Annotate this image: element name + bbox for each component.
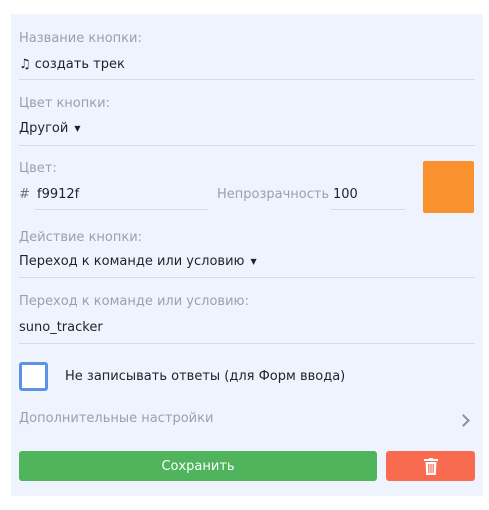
save-button-label: Сохранить (161, 458, 235, 474)
divider (35, 209, 208, 210)
opacity-input[interactable]: 100 (333, 187, 358, 202)
divider (19, 277, 475, 278)
color-label: Цвет: (19, 161, 57, 176)
no-record-label: Не записывать ответы (для Форм ввода) (65, 369, 346, 384)
button-action-select[interactable]: Переход к команде или условию ▼ (19, 254, 257, 269)
hex-color-input[interactable]: f9912f (37, 187, 79, 202)
button-action-value: Переход к команде или условию (19, 254, 245, 269)
caret-down-icon: ▼ (250, 257, 257, 266)
divider (19, 343, 475, 344)
button-name-label: Название кнопки: (19, 31, 142, 46)
opacity-label: Непрозрачность (217, 187, 330, 202)
advanced-settings-link[interactable]: Дополнительные настройки (19, 411, 213, 426)
divider (19, 79, 475, 80)
hash-symbol: # (19, 187, 30, 202)
no-record-checkbox[interactable] (19, 362, 48, 391)
divider (19, 145, 475, 146)
button-name-input[interactable]: ♫ создать трек (19, 57, 125, 72)
delete-button[interactable] (386, 451, 475, 481)
color-swatch[interactable] (423, 161, 474, 213)
goto-label: Переход к команде или условию: (19, 294, 249, 309)
button-color-select[interactable]: Другой ▼ (19, 121, 81, 136)
save-button[interactable]: Сохранить (19, 451, 377, 481)
trash-icon (423, 457, 438, 475)
divider (331, 209, 405, 210)
chevron-right-icon[interactable] (457, 414, 470, 427)
caret-down-icon: ▼ (74, 124, 81, 133)
button-color-value: Другой (19, 121, 69, 136)
goto-input[interactable]: suno_tracker (19, 320, 103, 335)
button-color-label: Цвет кнопки: (19, 96, 110, 111)
button-action-label: Действие кнопки: (19, 230, 143, 245)
button-settings-panel: Название кнопки: ♫ создать трек Цвет кно… (11, 14, 483, 496)
